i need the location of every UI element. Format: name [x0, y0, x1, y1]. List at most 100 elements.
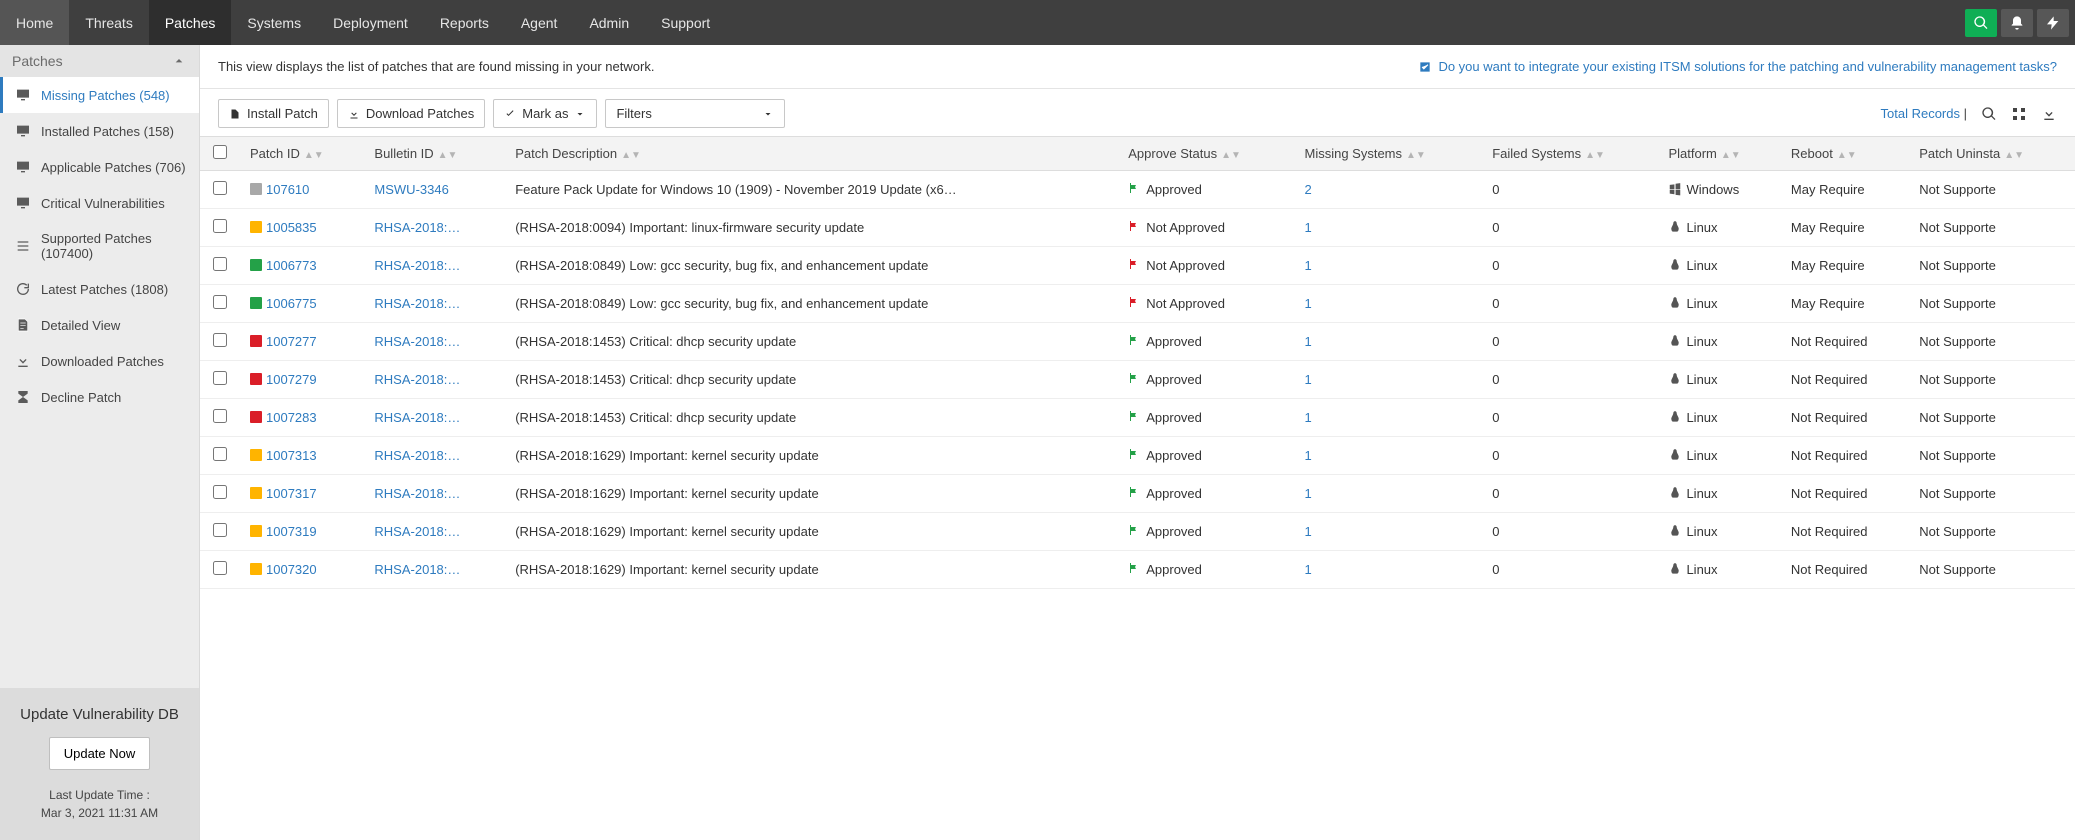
column-bulletin-id[interactable]: Bulletin ID▲▼: [364, 137, 505, 171]
missing-systems-link[interactable]: 1: [1294, 437, 1482, 475]
row-checkbox[interactable]: [213, 333, 227, 347]
patch-id-link[interactable]: 107610: [266, 182, 309, 197]
mark-as-button[interactable]: Mark as: [493, 99, 597, 128]
bulletin-link[interactable]: RHSA-2018:…: [364, 513, 505, 551]
missing-systems-link[interactable]: 2: [1294, 171, 1482, 209]
missing-systems-link[interactable]: 1: [1294, 285, 1482, 323]
notifications-icon[interactable]: [2001, 9, 2033, 37]
row-checkbox[interactable]: [213, 257, 227, 271]
reboot: May Require: [1781, 171, 1909, 209]
bulletin-link[interactable]: RHSA-2018:…: [364, 399, 505, 437]
patch-id-link[interactable]: 1007283: [266, 410, 317, 425]
sidebar-item-latest-patches[interactable]: Latest Patches (1808): [0, 271, 199, 307]
sidebar-item-supported-patches[interactable]: Supported Patches (107400): [0, 221, 199, 271]
nav-reports[interactable]: Reports: [424, 0, 505, 45]
sidebar-item-decline-patch[interactable]: Decline Patch: [0, 379, 199, 415]
download-patches-button[interactable]: Download Patches: [337, 99, 485, 128]
patch-id-link[interactable]: 1006773: [266, 258, 317, 273]
approve-status: Approved: [1118, 323, 1294, 361]
missing-systems-link[interactable]: 1: [1294, 551, 1482, 589]
approve-status: Approved: [1118, 437, 1294, 475]
nav-admin[interactable]: Admin: [573, 0, 645, 45]
column-reboot[interactable]: Reboot▲▼: [1781, 137, 1909, 171]
row-checkbox[interactable]: [213, 295, 227, 309]
column-patch-id[interactable]: Patch ID▲▼: [240, 137, 364, 171]
missing-systems-link[interactable]: 1: [1294, 361, 1482, 399]
column-missing-systems[interactable]: Missing Systems▲▼: [1294, 137, 1482, 171]
reboot: Not Required: [1781, 399, 1909, 437]
nav-threats[interactable]: Threats: [69, 0, 148, 45]
bulletin-link[interactable]: RHSA-2018:…: [364, 361, 505, 399]
nav-systems[interactable]: Systems: [231, 0, 317, 45]
row-checkbox[interactable]: [213, 409, 227, 423]
missing-systems-link[interactable]: 1: [1294, 247, 1482, 285]
row-checkbox[interactable]: [213, 485, 227, 499]
missing-systems-link[interactable]: 1: [1294, 513, 1482, 551]
missing-systems-link[interactable]: 1: [1294, 323, 1482, 361]
quick-actions-icon[interactable]: [2037, 9, 2069, 37]
bulletin-link[interactable]: MSWU-3346: [364, 171, 505, 209]
patch-id-link[interactable]: 1007313: [266, 448, 317, 463]
search-icon[interactable]: [1965, 9, 1997, 37]
table-columns-icon[interactable]: [2011, 106, 2027, 122]
itsm-integration-link[interactable]: Do you want to integrate your existing I…: [1418, 59, 2057, 74]
sidebar-item-detailed-view[interactable]: Detailed View: [0, 307, 199, 343]
patch-uninstall: Not Supporte: [1909, 437, 2075, 475]
sidebar-item-installed-patches[interactable]: Installed Patches (158): [0, 113, 199, 149]
patch-id-link[interactable]: 1006775: [266, 296, 317, 311]
column-platform[interactable]: Platform▲▼: [1658, 137, 1780, 171]
sidebar-item-applicable-patches[interactable]: Applicable Patches (706): [0, 149, 199, 185]
patch-id-link[interactable]: 1005835: [266, 220, 317, 235]
patch-id-link[interactable]: 1007320: [266, 562, 317, 577]
nav-home[interactable]: Home: [0, 0, 69, 45]
bulletin-link[interactable]: RHSA-2018:…: [364, 209, 505, 247]
column-failed-systems[interactable]: Failed Systems▲▼: [1482, 137, 1658, 171]
patch-uninstall: Not Supporte: [1909, 475, 2075, 513]
bulletin-link[interactable]: RHSA-2018:…: [364, 285, 505, 323]
bulletin-link[interactable]: RHSA-2018:…: [364, 247, 505, 285]
sidebar-item-missing-patches[interactable]: Missing Patches (548): [0, 77, 199, 113]
patch-id-link[interactable]: 1007319: [266, 524, 317, 539]
nav-agent[interactable]: Agent: [505, 0, 574, 45]
bulletin-link[interactable]: RHSA-2018:…: [364, 551, 505, 589]
update-now-button[interactable]: Update Now: [49, 737, 151, 770]
row-checkbox[interactable]: [213, 371, 227, 385]
select-all-checkbox[interactable]: [213, 145, 227, 159]
table-export-icon[interactable]: [2041, 106, 2057, 122]
missing-systems-link[interactable]: 1: [1294, 475, 1482, 513]
row-checkbox[interactable]: [213, 447, 227, 461]
column-patch-uninsta[interactable]: Patch Uninsta▲▼: [1909, 137, 2075, 171]
sidebar-item-label: Decline Patch: [41, 390, 121, 405]
platform: Linux: [1658, 513, 1780, 551]
install-patch-button[interactable]: Install Patch: [218, 99, 329, 128]
missing-systems-link[interactable]: 1: [1294, 209, 1482, 247]
bulletin-link[interactable]: RHSA-2018:…: [364, 475, 505, 513]
nav-support[interactable]: Support: [645, 0, 726, 45]
total-records-link[interactable]: Total Records: [1881, 106, 1960, 121]
sidebar-item-critical-vulnerabilities[interactable]: Critical Vulnerabilities: [0, 185, 199, 221]
column-approve-status[interactable]: Approve Status▲▼: [1118, 137, 1294, 171]
platform: Linux: [1658, 551, 1780, 589]
table-search-icon[interactable]: [1981, 106, 1997, 122]
sidebar-item-downloaded-patches[interactable]: Downloaded Patches: [0, 343, 199, 379]
column-select-all[interactable]: [200, 137, 240, 171]
sidebar-header[interactable]: Patches: [0, 45, 199, 77]
patch-id-link[interactable]: 1007317: [266, 486, 317, 501]
patch-id-link[interactable]: 1007277: [266, 334, 317, 349]
row-checkbox[interactable]: [213, 181, 227, 195]
filters-dropdown[interactable]: Filters: [605, 99, 785, 128]
bulletin-link[interactable]: RHSA-2018:…: [364, 437, 505, 475]
patch-id-link[interactable]: 1007279: [266, 372, 317, 387]
sort-icon: ▲▼: [1837, 150, 1857, 161]
bulletin-link[interactable]: RHSA-2018:…: [364, 323, 505, 361]
row-checkbox[interactable]: [213, 523, 227, 537]
patch-description: (RHSA-2018:1453) Critical: dhcp security…: [505, 399, 1118, 437]
column-patch-description[interactable]: Patch Description▲▼: [505, 137, 1118, 171]
missing-systems-link[interactable]: 1: [1294, 399, 1482, 437]
nav-patches[interactable]: Patches: [149, 0, 232, 45]
severity-icon: [250, 259, 262, 271]
nav-deployment[interactable]: Deployment: [317, 0, 424, 45]
row-checkbox[interactable]: [213, 561, 227, 575]
platform: Linux: [1658, 437, 1780, 475]
row-checkbox[interactable]: [213, 219, 227, 233]
